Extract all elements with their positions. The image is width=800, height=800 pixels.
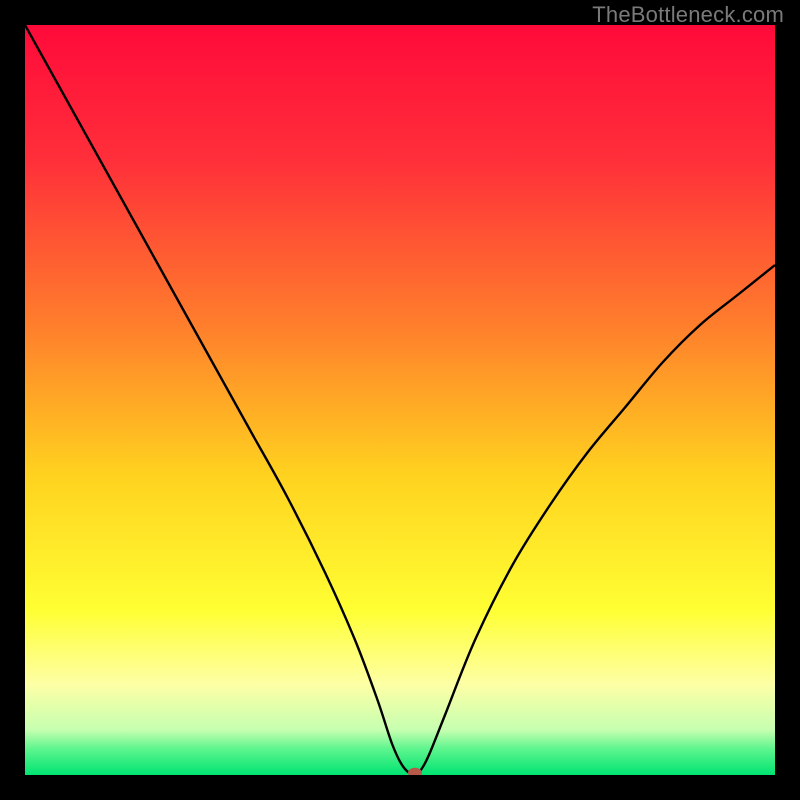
bottleneck-chart — [25, 25, 775, 775]
chart-frame: TheBottleneck.com — [0, 0, 800, 800]
gradient-background — [25, 25, 775, 775]
